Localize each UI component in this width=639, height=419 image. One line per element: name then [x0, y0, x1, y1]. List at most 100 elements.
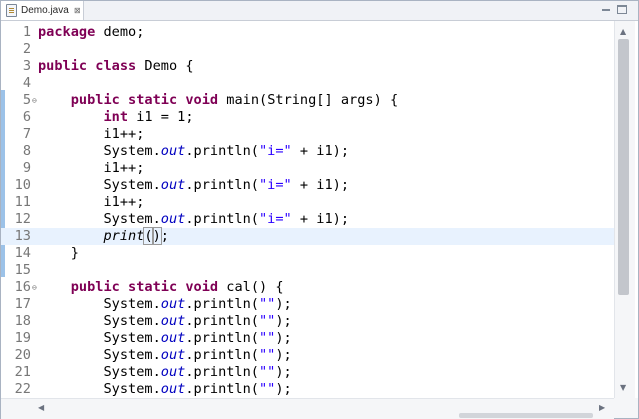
code-token: out: [160, 313, 186, 329]
code-token: "i=": [259, 211, 292, 227]
code-line[interactable]: 12 System.out.println("i=" + i1);: [1, 211, 614, 228]
line-number: 6: [22, 109, 31, 125]
code-token: .println(: [185, 313, 259, 329]
code-token: out: [160, 296, 186, 312]
code-token: demo;: [95, 24, 145, 40]
code-line[interactable]: 6 int i1 = 1;: [1, 109, 614, 126]
code-token: "i=": [259, 177, 292, 193]
line-number: 2: [22, 41, 31, 57]
scroll-right-icon[interactable]: ▶: [599, 403, 605, 412]
code-line[interactable]: 5 ⊖ public static void main(String[] args…: [1, 92, 614, 109]
code-token: i1++;: [38, 126, 145, 142]
line-source: System.out.println("");: [38, 347, 292, 364]
code-token: (: [143, 227, 154, 245]
code-token: .println(: [185, 211, 259, 227]
line-source: i1++;: [38, 160, 144, 177]
line-number: 4: [22, 75, 31, 91]
code-token: System.: [38, 211, 161, 227]
code-token: }: [38, 245, 79, 261]
code-line[interactable]: 21 System.out.println("");: [1, 364, 614, 381]
line-number: 17: [14, 296, 31, 312]
close-icon[interactable]: ⊠: [74, 6, 81, 15]
code-token: "": [259, 381, 276, 397]
line-number: 3: [22, 58, 31, 74]
line-source: public static void cal() {: [38, 279, 284, 296]
code-line[interactable]: 8 System.out.println("i=" + i1);: [1, 143, 614, 160]
line-source: System.out.println("");: [38, 296, 291, 313]
code-line[interactable]: 14 }: [1, 245, 614, 262]
code-token: "": [259, 347, 276, 363]
code-token: void: [185, 92, 219, 108]
line-number: 22: [14, 381, 31, 397]
vertical-scrollbar[interactable]: ▲ ▼: [614, 21, 635, 398]
line-source: package demo;: [38, 24, 144, 41]
code-token: "": [259, 330, 276, 346]
code-editor[interactable]: 1 package demo; 2 3 public class Demo {4 5 ⊖ p…: [1, 21, 638, 398]
code-line[interactable]: 7 i1++;: [1, 126, 614, 143]
line-number: 10: [14, 177, 31, 193]
vertical-scroll-thumb[interactable]: [618, 39, 629, 295]
code-line[interactable]: 16 ⊖ public static void cal() {: [1, 279, 614, 296]
horizontal-scroll-thumb[interactable]: [459, 413, 593, 418]
code-line[interactable]: 4: [1, 75, 614, 92]
fold-toggle-icon[interactable]: ⊖: [32, 92, 37, 109]
scroll-left-icon[interactable]: ◀: [38, 403, 44, 412]
code-line[interactable]: 10 System.out.println("i=" + i1);: [1, 177, 614, 194]
code-token: System.: [38, 364, 161, 380]
maximize-icon[interactable]: [617, 5, 627, 14]
code-line[interactable]: 13 print();: [1, 227, 614, 245]
code-line[interactable]: 19 System.out.println("");: [1, 330, 614, 347]
editor-tab-bar: Demo.java ⊠: [1, 1, 638, 21]
code-token: "i=": [259, 143, 292, 159]
code-token: System.: [38, 381, 161, 397]
code-token: public: [70, 92, 120, 108]
code-token: "": [259, 364, 276, 380]
tab-demo-java[interactable]: Demo.java ⊠: [1, 1, 84, 20]
code-token: + i1);: [291, 177, 350, 193]
code-token: );: [275, 347, 292, 363]
code-token: static: [128, 92, 178, 108]
code-token: out: [160, 211, 186, 227]
code-token: .println(: [185, 296, 259, 312]
code-line[interactable]: 15: [1, 262, 614, 279]
line-number: 5: [22, 92, 31, 108]
java-file-icon: [6, 4, 17, 17]
code-line[interactable]: 2: [1, 41, 614, 58]
code-token: System.: [38, 296, 161, 312]
code-line[interactable]: 17 System.out.println("");: [1, 296, 614, 313]
code-token: );: [275, 313, 292, 329]
scroll-up-icon[interactable]: ▲: [620, 27, 626, 36]
code-line[interactable]: 20 System.out.println("");: [1, 347, 614, 364]
code-line[interactable]: 3 public class Demo {: [1, 58, 614, 75]
code-token: package: [38, 24, 96, 40]
line-number: 15: [14, 262, 31, 278]
code-token: .println(: [185, 330, 259, 346]
code-line[interactable]: 9 i1++;: [1, 160, 614, 177]
line-number: 19: [14, 330, 31, 346]
code-token: out: [160, 330, 186, 346]
code-token: Demo {: [136, 58, 194, 74]
line-number: 12: [14, 211, 31, 227]
line-number: 21: [14, 364, 31, 380]
code-token: .println(: [185, 177, 259, 193]
line-number: 9: [22, 160, 31, 176]
code-token: ;: [160, 228, 169, 244]
code-token: .println(: [185, 347, 259, 363]
code-line[interactable]: 11 i1++;: [1, 194, 614, 211]
code-line[interactable]: 22 System.out.println("");: [1, 381, 614, 398]
code-token: static: [128, 279, 178, 295]
code-token: + i1);: [291, 143, 350, 159]
code-token: i1++;: [38, 194, 145, 210]
code-line[interactable]: 1 package demo;: [1, 24, 614, 41]
code-token: .println(: [185, 143, 259, 159]
code-token: System.: [38, 143, 161, 159]
code-line[interactable]: 18 System.out.println("");: [1, 313, 614, 330]
scroll-down-icon[interactable]: ▼: [620, 383, 626, 392]
line-source: System.out.println("");: [38, 364, 291, 381]
minimize-icon[interactable]: [601, 5, 611, 14]
horizontal-scrollbar[interactable]: ◀ ▶: [1, 398, 614, 419]
fold-toggle-icon[interactable]: ⊖: [32, 279, 37, 296]
